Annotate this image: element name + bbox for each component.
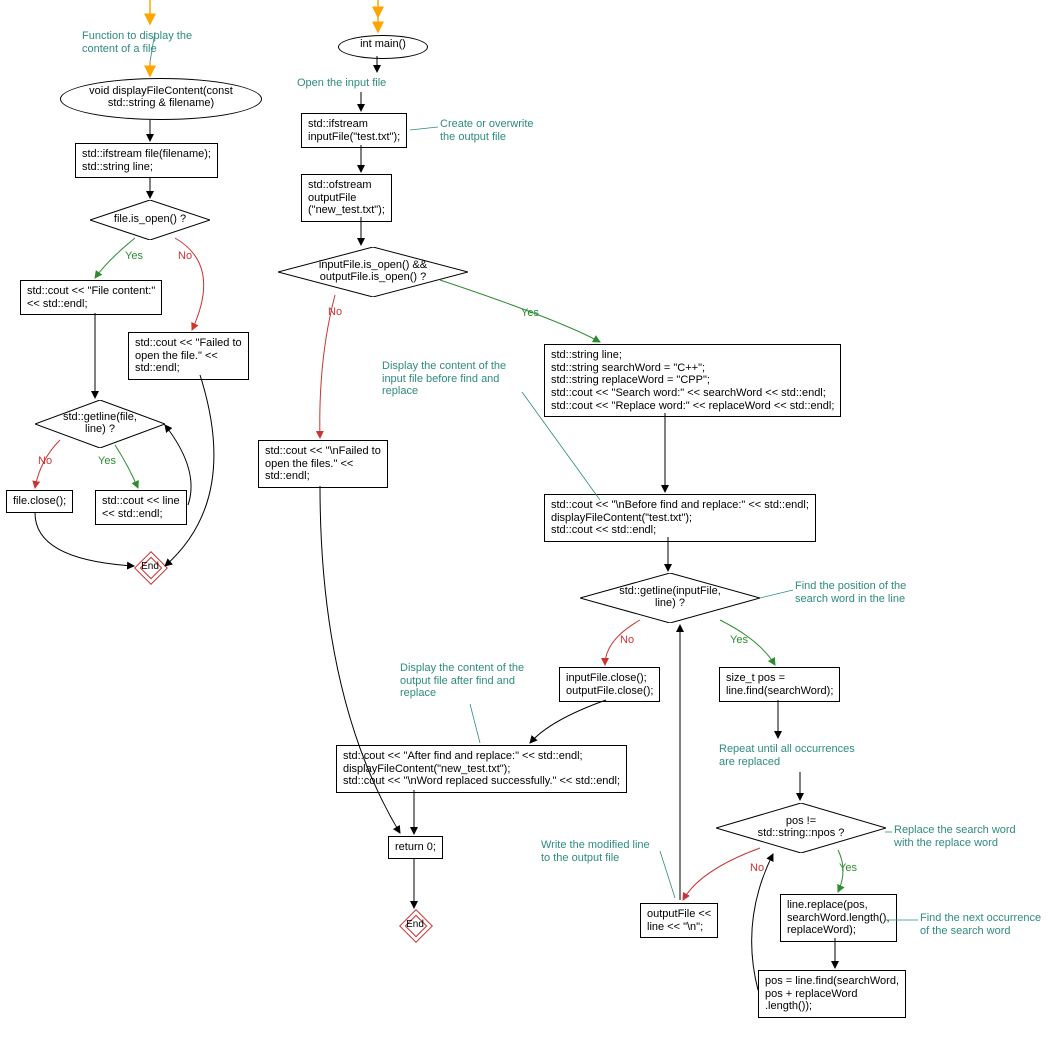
comment-repeat: Repeat until all occurrences are replace… <box>719 743 855 768</box>
box-search-vars: std::string line; std::string searchWord… <box>544 344 841 417</box>
label-no-4: No <box>620 634 634 646</box>
box-failed-files: std::cout << "\nFailed to open the files… <box>258 440 388 488</box>
box-outline: outputFile << line << "\n"; <box>640 903 718 938</box>
comment-display-fn: Function to display the content of a fil… <box>82 30 192 55</box>
comment-open-input: Open the input file <box>297 77 386 90</box>
terminator-main: int main() <box>338 35 428 59</box>
box-close-both: inputFile.close(); outputFile.close(); <box>559 667 660 702</box>
comment-display-after: Display the content of the output file a… <box>400 662 524 700</box>
decision-file-isopen: file.is_open() ? <box>90 200 210 240</box>
box-ifstream: std::ifstream inputFile("test.txt"); <box>301 113 407 148</box>
box-cout-line: std::cout << line << std::endl; <box>95 490 187 525</box>
end-left: End <box>136 553 164 581</box>
decision-getline-text: std::getline(file, line) ? <box>35 411 165 435</box>
decision-npos: pos != std::string::npos ? <box>716 803 886 853</box>
box-after: std::cout << "After find and replace:" <… <box>336 745 627 793</box>
label-no-5: No <box>750 862 764 874</box>
terminator-display-fn: void displayFileContent(const std::strin… <box>60 78 262 120</box>
label-yes-4: Yes <box>730 634 748 646</box>
box-return: return 0; <box>388 836 443 859</box>
comment-display-before: Display the content of the input file be… <box>382 360 506 398</box>
box-ofstream: std::ofstream outputFile ("new_test.txt"… <box>301 174 392 222</box>
box-pos-next: pos = line.find(searchWord, pos + replac… <box>758 970 906 1018</box>
decision-npos-text: pos != std::string::npos ? <box>716 815 886 839</box>
comment-replace-word: Replace the search word with the replace… <box>894 824 1016 849</box>
decision-file-isopen-text: file.is_open() ? <box>90 213 210 225</box>
comment-create-output: Create or overwrite the output file <box>440 118 534 143</box>
decision-getline-input-text: std::getline(inputFile, line) ? <box>580 585 760 609</box>
box-file-content: std::cout << "File content:" << std::end… <box>20 280 162 315</box>
box-failed-open: std::cout << "Failed to open the file." … <box>128 332 249 380</box>
label-yes-3: Yes <box>521 307 539 319</box>
box-left-vars: std::ifstream file(filename); std::strin… <box>75 143 218 178</box>
label-no-3: No <box>328 306 342 318</box>
box-replace: line.replace(pos, searchWord.length(), r… <box>780 894 897 942</box>
label-no-2: No <box>38 455 52 467</box>
box-file-close: file.close(); <box>6 490 73 513</box>
comment-find-next: Find the next occurrence of the search w… <box>920 912 1041 937</box>
decision-both-open: inputFile.is_open() && outputFile.is_ope… <box>278 247 468 297</box>
box-before: std::cout << "\nBefore find and replace:… <box>544 494 816 542</box>
comment-find-pos: Find the position of the search word in … <box>795 580 906 605</box>
label-yes-1: Yes <box>125 250 143 262</box>
comment-write-line: Write the modified line to the output fi… <box>541 839 650 864</box>
decision-getline: std::getline(file, line) ? <box>35 400 165 448</box>
label-yes-5: Yes <box>839 862 857 874</box>
label-no-1: No <box>178 250 192 262</box>
label-yes-2: Yes <box>98 455 116 467</box>
decision-both-open-text: inputFile.is_open() && outputFile.is_ope… <box>278 259 468 283</box>
end-right: End <box>401 911 429 939</box>
decision-getline-input: std::getline(inputFile, line) ? <box>580 573 760 623</box>
box-pos: size_t pos = line.find(searchWord); <box>719 667 840 702</box>
